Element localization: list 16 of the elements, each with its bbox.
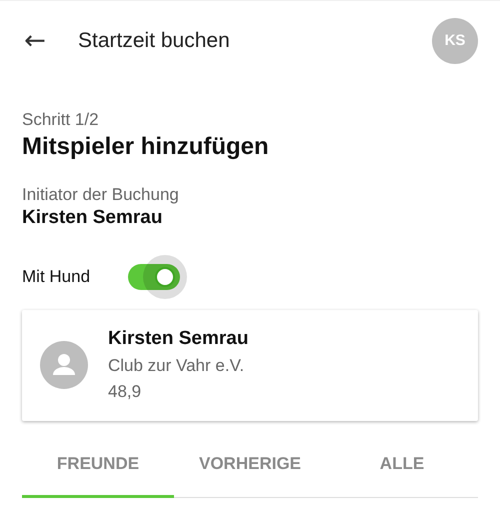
user-icon — [40, 340, 88, 388]
handicap-value: 48,9 — [108, 382, 142, 402]
step-heading: Mitspieler hinzufügen — [22, 133, 270, 161]
back-button[interactable]: ← — [22, 28, 48, 54]
user-avatar[interactable]: KS — [432, 18, 478, 64]
player-name: Kirsten Semrau — [108, 328, 248, 350]
step-label: Schritt 1/2 — [22, 110, 100, 130]
screen-title: Startzeit buchen — [78, 28, 231, 52]
tab[interactable]: VORHERIGE — [174, 445, 326, 498]
dog-toggle[interactable] — [128, 255, 187, 299]
club-name: Club zur Vahr e.V. — [108, 356, 246, 376]
initiator-name: Kirsten Semrau — [22, 207, 164, 229]
tab[interactable]: FREUNDE — [22, 445, 174, 498]
toggle-label: Mit Hund — [22, 267, 92, 287]
initiator-label: Initiator der Buchung — [22, 185, 180, 205]
tab[interactable]: ALLE — [326, 445, 478, 498]
